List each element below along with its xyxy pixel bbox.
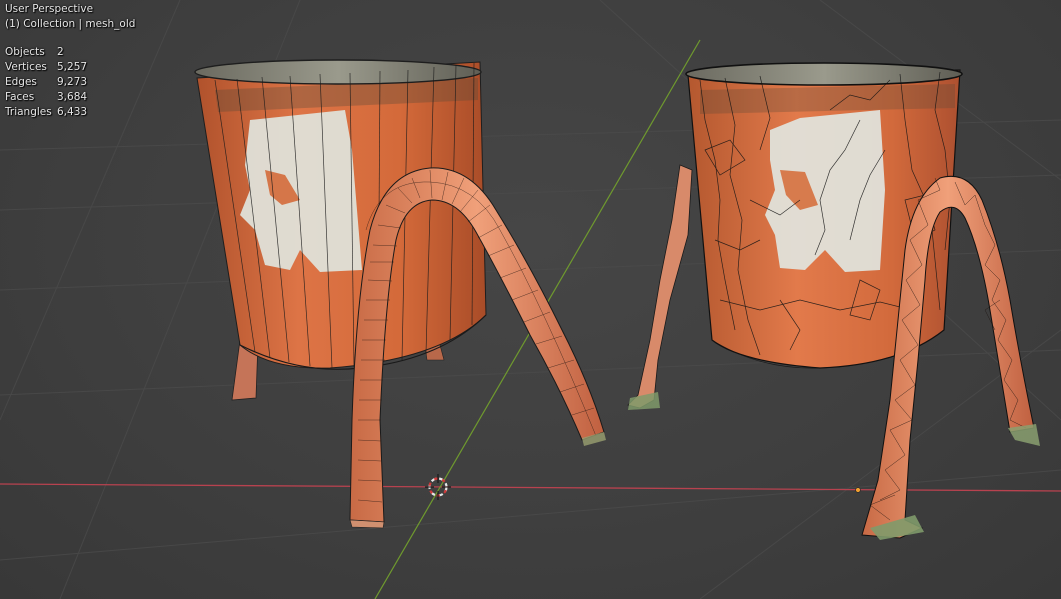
- stat-row-triangles: Triangles 6,433: [5, 105, 135, 120]
- left-bucket-rim: [194, 59, 482, 85]
- stat-row-objects: Objects 2: [5, 45, 135, 60]
- viewport-scene[interactable]: [0, 0, 1061, 599]
- right-bucket-label-patch: [765, 110, 885, 272]
- statistics-panel: Objects 2 Vertices 5,257 Edges 9,273 Fac…: [5, 45, 135, 120]
- stat-label: Triangles: [5, 106, 52, 118]
- right-back-leg-left: [627, 164, 693, 409]
- stat-value: 5,257: [57, 61, 88, 73]
- stat-value: 3,684: [57, 91, 88, 103]
- viewport-text-overlay: User Perspective (1) Collection | mesh_o…: [5, 2, 135, 120]
- bucket-object-right[interactable]: [627, 62, 1040, 540]
- collection-label: (1) Collection | mesh_old: [5, 18, 136, 30]
- stat-row-edges: Edges 9,273: [5, 75, 135, 90]
- stat-value: 9,273: [57, 76, 88, 88]
- stat-label: Edges: [5, 76, 37, 88]
- stat-value: 2: [57, 46, 64, 58]
- stat-value: 6,433: [57, 106, 88, 118]
- object-origin-icon[interactable]: [855, 487, 861, 493]
- stat-label: Vertices: [5, 61, 47, 73]
- 3d-viewport[interactable]: User Perspective (1) Collection | mesh_o…: [0, 0, 1061, 599]
- bucket-object-left[interactable]: [194, 59, 606, 529]
- view-name-label: User Perspective: [5, 3, 94, 15]
- stat-label: Objects: [5, 46, 45, 58]
- right-bucket-rim: [685, 62, 963, 86]
- stat-label: Faces: [5, 91, 35, 103]
- stat-row-faces: Faces 3,684: [5, 90, 135, 105]
- stat-row-vertices: Vertices 5,257: [5, 60, 135, 75]
